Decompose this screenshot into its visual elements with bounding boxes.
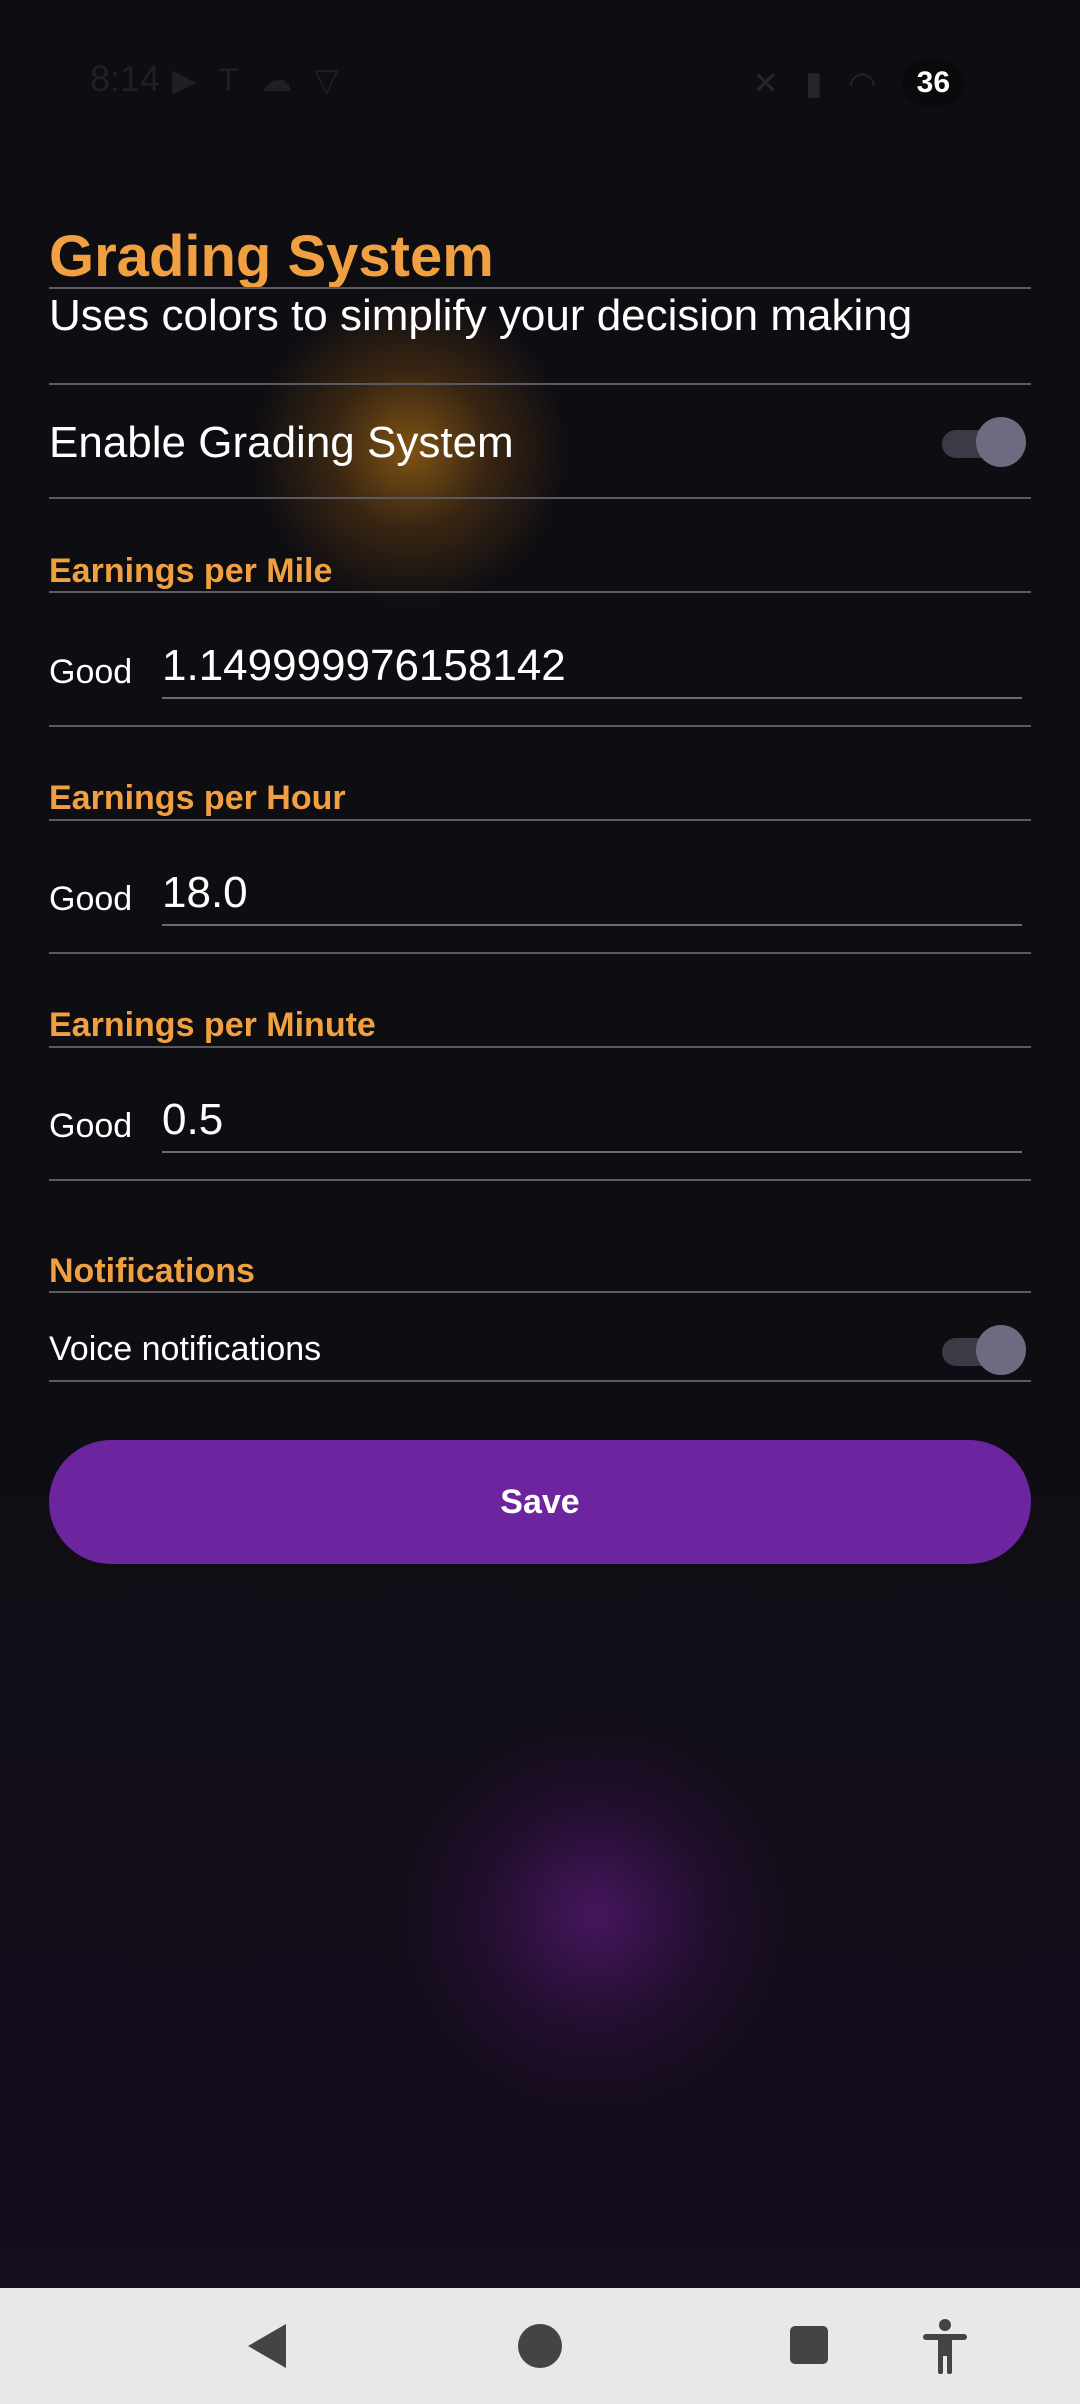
home-icon[interactable] [518,2324,562,2368]
section-heading-earnings-per-mile: Earnings per Mile [49,552,333,590]
enable-grading-toggle[interactable] [942,417,1026,471]
earnings-per-minute-good-input[interactable] [162,1089,1022,1153]
grade-label-good: Good [49,880,133,918]
background-glow-purple [400,1720,790,2110]
divider [49,383,1031,385]
divider [49,725,1031,727]
accessibility-icon[interactable] [920,2318,970,2374]
status-time: 8:14 [90,58,161,99]
grade-label-good: Good [49,1107,133,1145]
divider [49,819,1031,821]
divider [49,1380,1031,1382]
divider [49,1291,1031,1293]
battery-indicator: 36 [902,60,965,106]
vpn-icon: ▽ [314,62,339,98]
divider [49,287,1031,289]
wifi-icon: ◠ [848,65,877,101]
enable-grading-label: Enable Grading System [49,418,514,467]
status-left-icons: ▶ T ☁ ▽ [172,62,339,98]
back-icon[interactable] [248,2324,286,2368]
mute-icon: ✕ [752,65,779,101]
status-bar: 8:14 ▶ T ☁ ▽ ✕ ▮ ◠ 36 [0,0,1080,160]
divider [49,952,1031,954]
voice-notifications-toggle[interactable] [942,1325,1026,1379]
section-heading-notifications: Notifications [49,1252,255,1290]
section-heading-earnings-per-minute: Earnings per Minute [49,1006,376,1044]
toggle-thumb [976,417,1026,467]
divider [49,1046,1031,1048]
divider [49,591,1031,593]
section-heading-earnings-per-hour: Earnings per Hour [49,779,346,817]
earnings-per-hour-good-input[interactable] [162,862,1022,926]
status-right-icons: ✕ ▮ ◠ 36 [752,60,965,106]
divider [49,497,1031,499]
grade-label-good: Good [49,653,133,691]
save-button[interactable]: Save [49,1440,1031,1564]
signal-icon: ▮ [804,65,823,101]
page-subtitle: Uses colors to simplify your decision ma… [49,291,913,340]
recents-icon[interactable] [790,2326,828,2364]
tesla-icon: T [218,62,239,98]
cloud-icon: ☁ [260,62,293,98]
divider [49,1179,1031,1181]
voice-notifications-label: Voice notifications [49,1330,322,1368]
system-nav-bar [0,2288,1080,2404]
earnings-per-mile-good-input[interactable] [162,635,1022,699]
youtube-icon: ▶ [172,62,197,98]
page-title: Grading System [49,224,494,289]
toggle-thumb [976,1325,1026,1375]
